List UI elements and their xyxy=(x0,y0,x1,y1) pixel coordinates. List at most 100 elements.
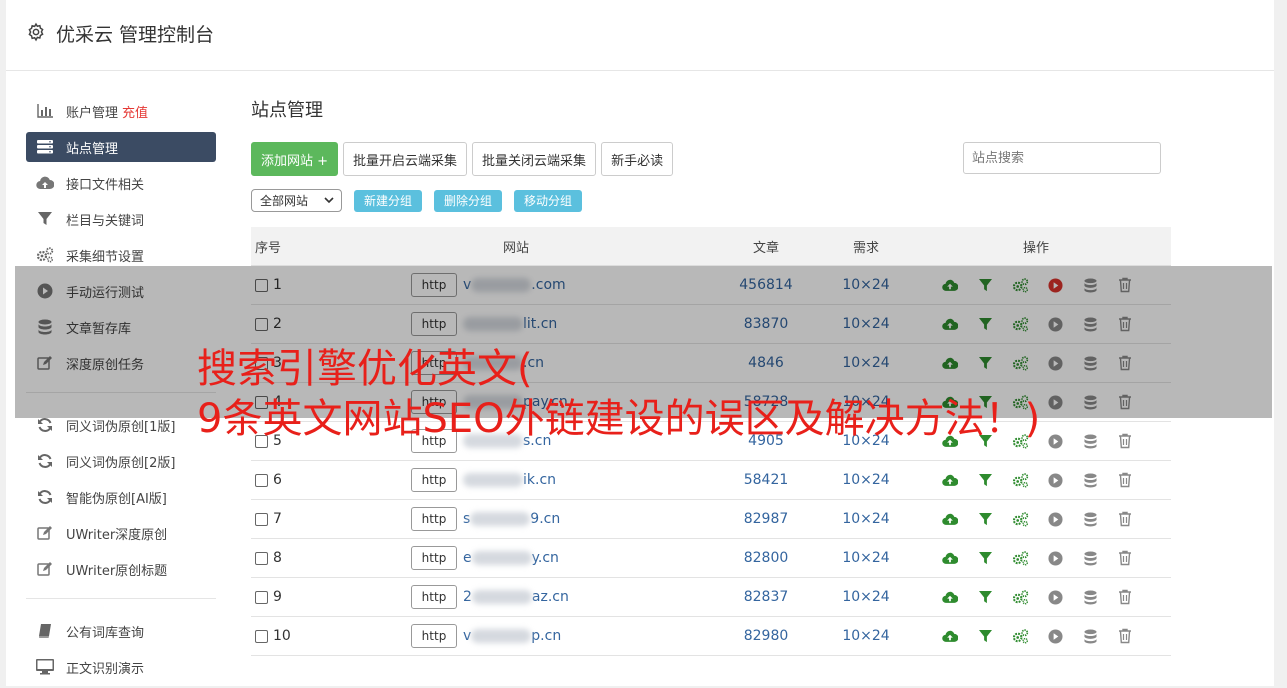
sidebar-item[interactable]: 账户管理 充值 xyxy=(26,96,216,126)
row-number: 6 xyxy=(273,472,282,488)
sidebar-item[interactable]: 智能伪原创[AI版] xyxy=(26,482,216,512)
redaction-blur xyxy=(463,473,523,487)
table-row: 8 http e y.cn 82800 10×24 xyxy=(251,539,1171,578)
row-checkbox[interactable] xyxy=(255,590,268,604)
demand-value[interactable]: 10×24 xyxy=(831,511,901,527)
upload-cloud-icon[interactable] xyxy=(939,588,961,606)
settings-icon[interactable] xyxy=(1009,588,1031,606)
domain-suffix: 9.cn xyxy=(530,511,561,527)
sidebar-item[interactable]: UWriter原创标题 xyxy=(26,554,216,584)
play-icon[interactable] xyxy=(1044,432,1066,450)
filter-icon[interactable] xyxy=(974,588,996,606)
sidebar-separator xyxy=(26,598,216,599)
sidebar-item[interactable]: 同义词伪原创[2版] xyxy=(26,446,216,476)
domain-suffix: az.cn xyxy=(531,589,569,605)
play-icon[interactable] xyxy=(1044,510,1066,528)
upload-cloud-icon[interactable] xyxy=(939,549,961,567)
play-icon[interactable] xyxy=(1044,471,1066,489)
play-icon[interactable] xyxy=(1044,627,1066,645)
sidebar-item[interactable]: 站点管理 xyxy=(26,132,216,162)
sidebar-item[interactable]: 接口文件相关 xyxy=(26,168,216,198)
article-count[interactable]: 82800 xyxy=(701,550,831,566)
site-cell: http ik.cn xyxy=(331,468,701,492)
monitor-icon xyxy=(36,658,54,676)
protocol-badge: http xyxy=(411,624,457,648)
row-checkbox[interactable] xyxy=(255,629,268,643)
refresh-icon xyxy=(36,488,54,506)
article-count[interactable]: 82980 xyxy=(701,628,831,644)
sidebar-item[interactable]: UWriter深度原创 xyxy=(26,518,216,548)
site-domain[interactable]: 2 az.cn xyxy=(463,589,569,605)
settings-icon[interactable] xyxy=(1009,471,1031,489)
database-icon[interactable] xyxy=(1079,510,1101,528)
newbie-guide-button[interactable]: 新手必读 xyxy=(601,142,674,176)
table-row: 10 http v p.cn 82980 10×24 xyxy=(251,617,1171,656)
redaction-blur xyxy=(470,512,531,526)
bar-chart-icon xyxy=(36,102,54,120)
delete-group-button[interactable]: 删除分组 xyxy=(434,189,503,212)
trash-icon[interactable] xyxy=(1114,627,1136,645)
redaction-blur xyxy=(471,590,532,604)
trash-icon[interactable] xyxy=(1114,471,1136,489)
header-site: 网站 xyxy=(502,240,529,256)
row-checkbox[interactable] xyxy=(255,512,268,526)
domain-prefix: 2 xyxy=(463,589,472,605)
sidebar-item[interactable]: 栏目与关键词 xyxy=(26,204,216,234)
sidebar-item-label: UWriter深度原创 xyxy=(66,527,168,543)
trash-icon[interactable] xyxy=(1114,510,1136,528)
filter-icon[interactable] xyxy=(974,549,996,567)
batch-enable-button[interactable]: 批量开启云端采集 xyxy=(343,142,468,176)
database-icon[interactable] xyxy=(1079,432,1101,450)
database-icon[interactable] xyxy=(1079,471,1101,489)
move-group-button[interactable]: 移动分组 xyxy=(514,189,583,212)
domain-suffix: y.cn xyxy=(531,550,559,566)
sidebar-item[interactable]: 公有词库查询 xyxy=(26,616,216,646)
demand-value[interactable]: 10×24 xyxy=(831,550,901,566)
demand-value[interactable]: 10×24 xyxy=(831,472,901,488)
recharge-link[interactable]: 充值 xyxy=(122,102,148,121)
add-site-button[interactable]: 添加网站 + xyxy=(251,142,339,176)
article-count[interactable]: 82987 xyxy=(701,511,831,527)
trash-icon[interactable] xyxy=(1114,588,1136,606)
refresh-icon xyxy=(36,452,54,470)
sidebar-item[interactable]: 正文识别演示 xyxy=(26,652,216,682)
upload-cloud-icon[interactable] xyxy=(939,471,961,489)
site-search-input[interactable] xyxy=(963,142,1161,174)
row-no-cell: 9 xyxy=(251,589,331,605)
database-icon[interactable] xyxy=(1079,588,1101,606)
refresh-icon xyxy=(36,416,54,434)
site-cell: http v p.cn xyxy=(331,624,701,648)
trash-icon[interactable] xyxy=(1114,432,1136,450)
filter-icon[interactable] xyxy=(974,510,996,528)
filter-icon[interactable] xyxy=(974,471,996,489)
site-domain[interactable]: e y.cn xyxy=(463,550,559,566)
batch-disable-button[interactable]: 批量关闭云端采集 xyxy=(472,142,597,176)
filter-icon[interactable] xyxy=(974,627,996,645)
upload-cloud-icon[interactable] xyxy=(939,510,961,528)
settings-icon[interactable] xyxy=(1009,549,1031,567)
row-checkbox[interactable] xyxy=(255,473,268,487)
site-domain[interactable]: ik.cn xyxy=(463,472,556,488)
site-domain[interactable]: s 9.cn xyxy=(463,511,560,527)
database-icon[interactable] xyxy=(1079,627,1101,645)
group-select-value: 全部网站 xyxy=(260,194,309,208)
trash-icon[interactable] xyxy=(1114,549,1136,567)
protocol-badge: http xyxy=(411,507,457,531)
group-select[interactable]: 全部网站 xyxy=(251,189,342,212)
article-count[interactable]: 82837 xyxy=(701,589,831,605)
play-icon[interactable] xyxy=(1044,588,1066,606)
demand-value[interactable]: 10×24 xyxy=(831,628,901,644)
play-icon[interactable] xyxy=(1044,549,1066,567)
database-icon[interactable] xyxy=(1079,549,1101,567)
group-toolbar: 全部网站 新建分组 删除分组 移动分组 xyxy=(251,189,583,212)
article-count[interactable]: 58421 xyxy=(701,472,831,488)
row-checkbox[interactable] xyxy=(255,551,268,565)
settings-icon[interactable] xyxy=(1009,627,1031,645)
row-number: 10 xyxy=(273,628,291,644)
new-group-button[interactable]: 新建分组 xyxy=(354,189,423,212)
settings-icon[interactable] xyxy=(1009,510,1031,528)
book-icon xyxy=(36,622,54,640)
upload-cloud-icon[interactable] xyxy=(939,627,961,645)
site-domain[interactable]: v p.cn xyxy=(463,628,561,644)
demand-value[interactable]: 10×24 xyxy=(831,589,901,605)
